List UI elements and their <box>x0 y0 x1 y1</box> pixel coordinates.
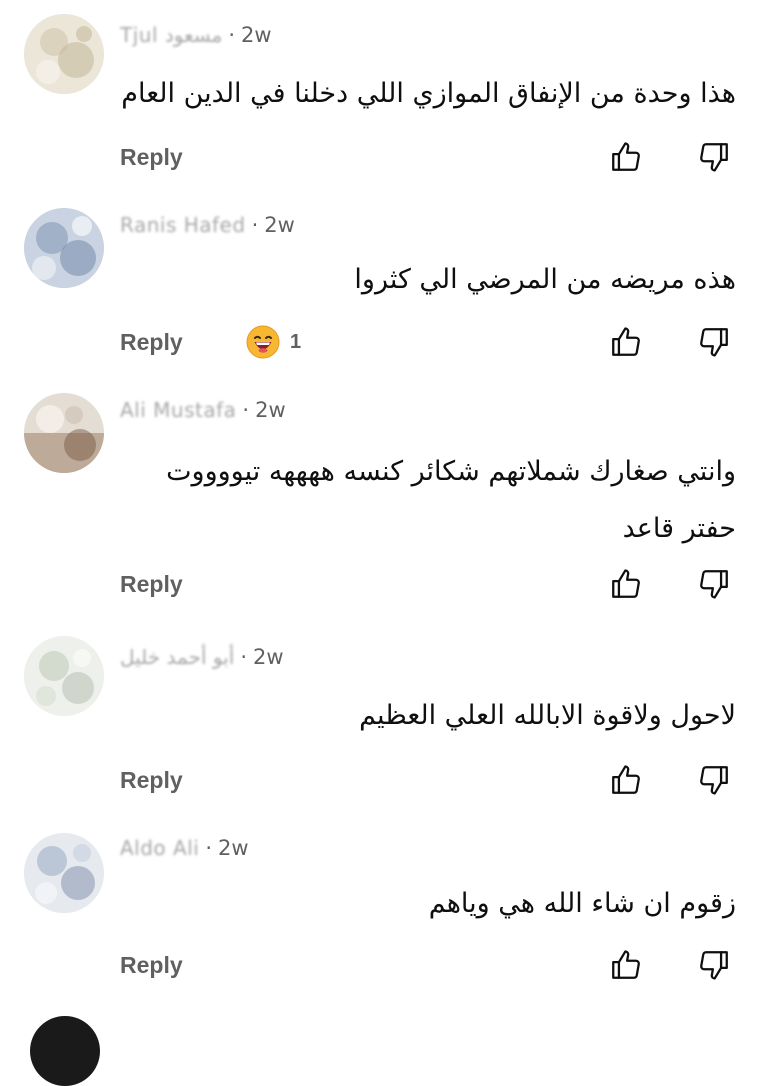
thumbs-down-icon <box>700 143 728 172</box>
separator-dot: · <box>228 23 236 47</box>
avatar[interactable] <box>24 14 104 94</box>
like-button[interactable] <box>606 137 646 177</box>
laughing-emoji-icon <box>246 325 280 359</box>
thumbs-up-icon <box>612 950 640 979</box>
comment-meta: Tjul مسعود · 2w <box>120 18 272 52</box>
comment-text: هذه مريضه من المرضي الي كثروا <box>354 264 736 295</box>
reply-button[interactable]: Reply <box>120 948 183 982</box>
like-button[interactable] <box>606 945 646 985</box>
thumbs-down-icon <box>700 951 728 980</box>
thumbs-down-icon <box>700 766 728 795</box>
avatar[interactable] <box>24 208 104 288</box>
reply-button[interactable]: Reply <box>120 325 183 359</box>
comment-meta: Aldo Ali · 2w <box>120 831 249 865</box>
username[interactable]: Tjul مسعود <box>120 23 222 47</box>
like-button[interactable] <box>606 760 646 800</box>
timestamp: 2w <box>241 23 272 47</box>
thumbs-down-icon <box>700 570 728 599</box>
reply-button[interactable]: Reply <box>120 763 183 797</box>
reply-button[interactable]: Reply <box>120 140 183 174</box>
dislike-button[interactable] <box>694 945 734 985</box>
separator-dot: · <box>251 213 259 237</box>
avatar[interactable] <box>24 833 104 913</box>
separator-dot: · <box>242 398 250 422</box>
avatar[interactable] <box>30 1016 100 1086</box>
username[interactable]: أبو أحمد خليل <box>120 645 234 669</box>
thumbs-up-icon <box>612 765 640 794</box>
comment-text: هذا وحدة من الإنفاق الموازي اللي دخلنا ف… <box>121 78 736 109</box>
username[interactable]: Ranis Hafed <box>120 213 246 237</box>
dislike-button[interactable] <box>694 322 734 362</box>
timestamp: 2w <box>255 398 286 422</box>
like-button[interactable] <box>606 564 646 604</box>
comment-meta: Ranis Hafed · 2w <box>120 208 295 242</box>
thumbs-down-icon <box>700 328 728 357</box>
reaction-count: 1 <box>290 330 302 353</box>
dislike-button[interactable] <box>694 564 734 604</box>
separator-dot: · <box>240 645 248 669</box>
comment-text: لاحول ولاقوة الابالله العلي العظيم <box>359 700 736 731</box>
reaction-summary[interactable]: 1 <box>246 325 301 359</box>
dislike-button[interactable] <box>694 137 734 177</box>
timestamp: 2w <box>253 645 284 669</box>
thumbs-up-icon <box>612 142 640 171</box>
comment-meta: أبو أحمد خليل · 2w <box>120 640 284 674</box>
comment-text: زقوم ان شاء الله هي وياهم <box>428 888 736 919</box>
timestamp: 2w <box>218 836 249 860</box>
timestamp: 2w <box>264 213 295 237</box>
thumbs-up-icon <box>612 327 640 356</box>
dislike-button[interactable] <box>694 760 734 800</box>
avatar[interactable] <box>24 636 104 716</box>
thumbs-up-icon <box>612 569 640 598</box>
like-button[interactable] <box>606 322 646 362</box>
comment-text: وانتي صغارك شملاتهم شكائر كنسه ههههه تيو… <box>166 456 736 544</box>
reply-button[interactable]: Reply <box>120 567 183 601</box>
comment-meta: Ali Mustafa · 2w <box>120 393 286 427</box>
separator-dot: · <box>205 836 213 860</box>
username[interactable]: Ali Mustafa <box>120 398 236 422</box>
username[interactable]: Aldo Ali <box>120 836 199 860</box>
avatar[interactable] <box>24 393 104 473</box>
